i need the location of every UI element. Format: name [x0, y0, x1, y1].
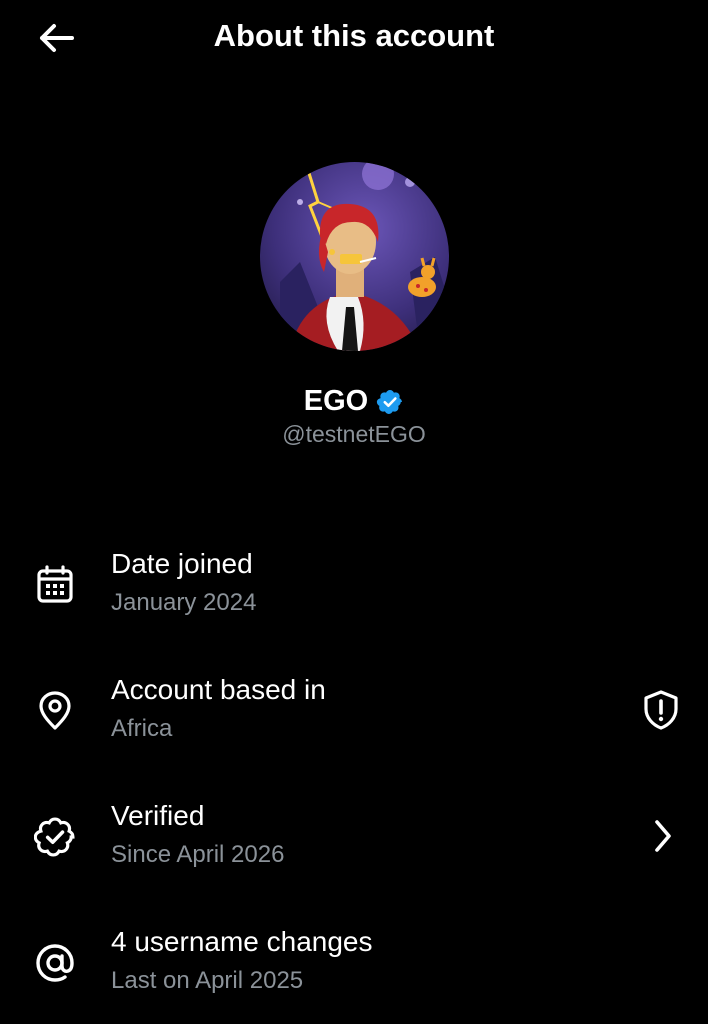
avatar[interactable]: [260, 162, 449, 351]
calendar-icon: [32, 562, 78, 608]
at-sign-icon: [32, 940, 78, 986]
username-changes-row: 4 username changes Last on April 2025: [0, 918, 708, 1018]
verified-check-icon: [32, 814, 78, 860]
verified-value: Since April 2026: [111, 841, 285, 868]
verified-row[interactable]: Verified Since April 2026: [0, 792, 708, 892]
account-based-in-label: Account based in: [111, 674, 326, 705]
verified-badge-icon[interactable]: [376, 388, 404, 416]
shield-alert-icon[interactable]: [639, 688, 683, 732]
location-pin-icon: [32, 688, 78, 734]
display-name: EGO: [303, 385, 369, 417]
page-title: About this account: [213, 18, 495, 53]
display-name-row: EGO: [0, 382, 708, 420]
verified-label: Verified: [111, 800, 205, 831]
top-bar: About this account: [0, 0, 708, 76]
chevron-right-icon[interactable]: [640, 814, 684, 858]
username-changes-value: Last on April 2025: [111, 967, 304, 994]
account-based-in-row[interactable]: Account based in Africa: [0, 666, 708, 766]
username-handle: @testnetEGO: [282, 421, 426, 447]
username-changes-label: 4 username changes: [111, 926, 373, 957]
date-joined-row: Date joined January 2024: [0, 540, 708, 640]
account-based-in-value: Africa: [111, 715, 173, 742]
date-joined-label: Date joined: [111, 548, 253, 579]
date-joined-value: January 2024: [111, 589, 257, 616]
avatar-image: [260, 162, 449, 351]
